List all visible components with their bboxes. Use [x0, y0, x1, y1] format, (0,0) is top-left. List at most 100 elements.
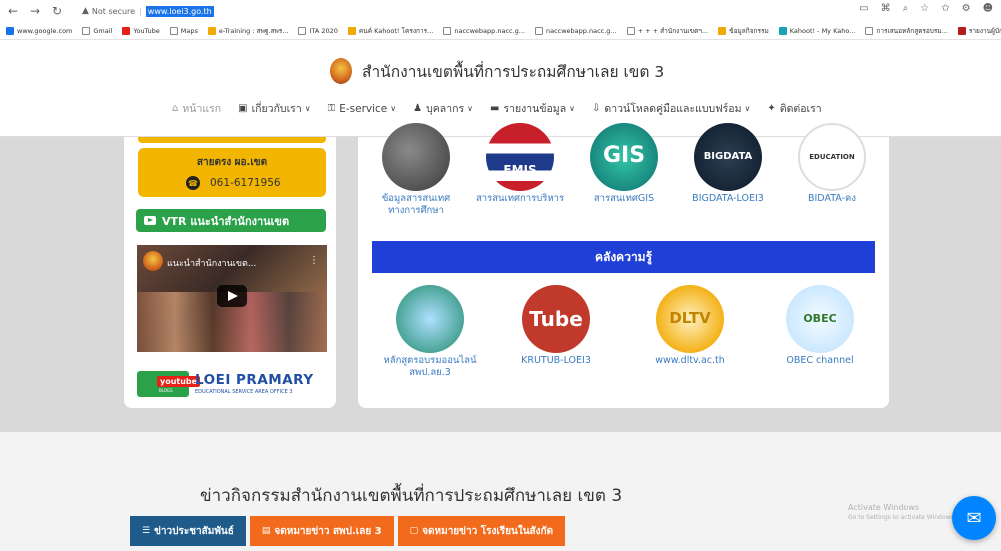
chevron-down-icon: ∨ — [390, 104, 397, 113]
play-button[interactable] — [217, 285, 247, 307]
menu-item-reports[interactable]: ▬ รายงานข้อมูล ∨ — [490, 100, 575, 117]
channel-brand: LOEI PRAMARY — [195, 372, 314, 388]
bookmark-item[interactable]: naccwebapp.nacc.g... — [534, 27, 617, 35]
panel-top-button[interactable] — [138, 137, 326, 143]
pin-icon: ✦ — [767, 103, 776, 114]
bookmark-favicon — [718, 27, 727, 35]
tile-label: BIDATA-คง — [807, 193, 856, 204]
menu-item-home[interactable]: ⌂ หน้าแรก — [172, 100, 221, 117]
site-title: สำนักงานเขตพื้นที่การประถมศึกษาเลย เขต 3 — [362, 62, 665, 81]
tile-emis[interactable]: EMIS สารสนเทศการบริหาร — [470, 123, 570, 205]
bookmark-item[interactable]: Kahoot! - My Kaho... — [778, 27, 855, 35]
address-bar[interactable]: ▲ Not secure | www.loei3.go.th — [82, 3, 902, 19]
channel-tagline: EDUCATIONAL SERVICE AREA OFFICE 3 — [195, 389, 293, 395]
reload-icon[interactable]: ↻ — [48, 2, 66, 20]
left-panel: สายตรง ผอ.เขต ☎ 061-6171956 VTR แนะนำสำน… — [124, 137, 336, 408]
home-icon: ⌂ — [172, 103, 179, 114]
bookmark-item[interactable]: การเสนอหลักสูตรอบรม... — [865, 26, 948, 36]
chevron-down-icon: ∨ — [569, 104, 576, 113]
office-logo-icon[interactable] — [330, 58, 352, 84]
hotline-number: 061-6171956 — [210, 177, 281, 189]
cast-icon[interactable]: ▭ — [859, 3, 868, 14]
youtube-channel-banner[interactable]: youtube BLOGS LOEI PRAMARY EDUCATIONAL S… — [137, 365, 327, 400]
tile-education-statistics[interactable]: ข้อมูลสารสนเทศทางการศึกษา — [366, 123, 466, 217]
tile-label: OBEC channel — [786, 355, 854, 366]
tile-krutube[interactable]: Tube KRUTUB-LOEI3 — [506, 285, 606, 367]
emis-icon: EMIS — [486, 123, 554, 191]
menu-item-personnel[interactable]: ♟ บุคลากร ∨ — [413, 100, 473, 117]
bookmarks-bar: www.google.com Gmail YouTube Maps e-Trai… — [0, 22, 1001, 40]
warning-icon: ▲ — [82, 6, 89, 16]
translate-icon[interactable]: ⌘ — [881, 3, 891, 14]
bookmark-item[interactable]: YouTube — [122, 27, 160, 35]
page-icon — [82, 27, 91, 35]
vtr-heading: VTR แนะนำสำนักงานเขต — [136, 209, 326, 232]
tile-label: หลักสูตรอบรมออนไลน์ สพป.ลย.3 — [383, 355, 477, 378]
security-label: Not secure — [91, 6, 136, 16]
tile-obec-channel[interactable]: OBEC OBEC channel — [770, 285, 870, 367]
more-options-icon[interactable]: ⋮ — [309, 255, 319, 266]
zoom-icon[interactable]: ⌕ — [903, 3, 909, 14]
browser-actions: ▭ ⌘ ⌕ ☆ ✩ ⚙ ☻ — [859, 3, 993, 14]
page-icon — [626, 27, 635, 35]
tile-dltv[interactable]: DLTV www.dltv.ac.th — [640, 285, 740, 367]
main-menu: ⌂ หน้าแรก ▣ เกี่ยวกับเรา ∨ ⚿ E-service ∨ ♟ บุค… — [172, 100, 839, 117]
user-icon: ♟ — [413, 103, 423, 114]
hotline-phone: ☎ 061-6171956 — [186, 176, 281, 190]
newspaper-icon: ▤ — [261, 526, 271, 536]
bookmark-item[interactable]: รายงานผู้บักศึกษาสื่อรักษ์... — [957, 26, 1001, 36]
tile-label: www.dltv.ac.th — [655, 355, 725, 366]
chevron-down-icon: ∨ — [744, 104, 751, 113]
bookmark-item[interactable]: www.google.com — [6, 27, 72, 35]
director-hotline-box[interactable]: สายตรง ผอ.เขต ☎ 061-6171956 — [138, 148, 326, 197]
tab-newsletter-schools[interactable]: ▢ จดหมายข่าว โรงเรียนในสังกัด — [397, 516, 566, 546]
menu-item-contact[interactable]: ✦ ติดต่อเรา — [767, 100, 821, 117]
bookmark-item[interactable]: e-Training : สพฐ.สพร... — [207, 26, 288, 36]
messenger-chat-icon[interactable]: ✉ — [952, 496, 996, 540]
tile-bigdata[interactable]: BIGDATA BIGDATA-LOEI3 — [678, 123, 778, 205]
gis-icon: GIS — [590, 123, 658, 191]
page-icon — [443, 27, 452, 35]
forward-icon[interactable]: → — [26, 2, 44, 20]
menu-item-about[interactable]: ▣ เกี่ยวกับเรา ∨ — [238, 100, 310, 117]
bookmark-item[interactable]: Maps — [169, 27, 198, 35]
statistics-icon — [382, 123, 450, 191]
tile-gis[interactable]: GIS สารสนเทศGIS — [574, 123, 674, 205]
download-icon: ⇩ — [592, 103, 601, 114]
knowledge-base-heading: คลังความรู้ — [372, 241, 875, 273]
page-icon — [534, 27, 543, 35]
phone-icon: ☎ — [186, 176, 200, 190]
news-tabs: ☰ ข่าวประชาสัมพันธ์ ▤ จดหมายข่าว สพป.เลย 3… — [130, 516, 569, 546]
omnibox-separator: | — [139, 6, 142, 16]
bookmark-item[interactable]: Gmail — [82, 27, 112, 35]
tab-newsletter-office[interactable]: ▤ จดหมายข่าว สพป.เลย 3 — [249, 516, 394, 546]
tile-label: สารสนเทศGIS — [593, 193, 655, 204]
intro-video-embed[interactable]: แนะนำสำนักงานเขต... ⋮ — [137, 245, 327, 352]
bookmark-star-icon[interactable]: ☆ — [920, 3, 929, 14]
bookmark-item[interactable]: + + + สำนักงานเขตฯ... — [626, 26, 708, 36]
obec-channel-icon: OBEC — [786, 285, 854, 353]
site-title-row: สำนักงานเขตพื้นที่การประถมศึกษาเลย เขต 3 — [330, 58, 664, 84]
tile-label: BIGDATA-LOEI3 — [692, 193, 764, 204]
kahoot-icon — [778, 27, 787, 35]
news-heading: ข่าวกิจกรรมสำนักงานเขตพื้นที่การประถมศึก… — [200, 486, 623, 506]
tile-education-data-center[interactable]: EDUCATION BIDATA-คง — [782, 123, 882, 205]
profile-icon[interactable]: ☻ — [983, 3, 993, 14]
tile-label: ข้อมูลสารสนเทศทางการศึกษา — [381, 193, 451, 216]
menu-item-eservice[interactable]: ⚿ E-service ∨ — [328, 103, 397, 115]
bookmark-item[interactable]: naccwebapp.nacc.g... — [443, 27, 525, 35]
tile-online-training[interactable]: หลักสูตรอบรมออนไลน์ สพป.ลย.3 — [380, 285, 480, 379]
tab-public-relations[interactable]: ☰ ข่าวประชาสัมพันธ์ — [130, 516, 246, 546]
collections-icon[interactable]: ✩ — [941, 3, 949, 14]
video-title[interactable]: แนะนำสำนักงานเขต... — [167, 256, 256, 270]
extensions-icon[interactable]: ⚙ — [962, 3, 971, 14]
chevron-down-icon: ∨ — [304, 104, 311, 113]
url-text[interactable]: www.loei3.go.th — [145, 5, 214, 17]
bookmark-item[interactable]: คนค์ Kahoot! โครงการ... — [347, 26, 433, 36]
back-icon[interactable]: ← — [4, 2, 22, 20]
bookmark-item[interactable]: ITA 2020 — [298, 27, 338, 35]
bookmark-favicon — [347, 27, 356, 35]
menu-item-downloads[interactable]: ⇩ ดาวน์โหลดคู่มือและแบบฟร์อม ∨ — [592, 100, 750, 117]
bookmark-item[interactable]: ข้อมูลกิจกรรม — [718, 26, 769, 36]
folder-icon: ▬ — [489, 103, 500, 114]
